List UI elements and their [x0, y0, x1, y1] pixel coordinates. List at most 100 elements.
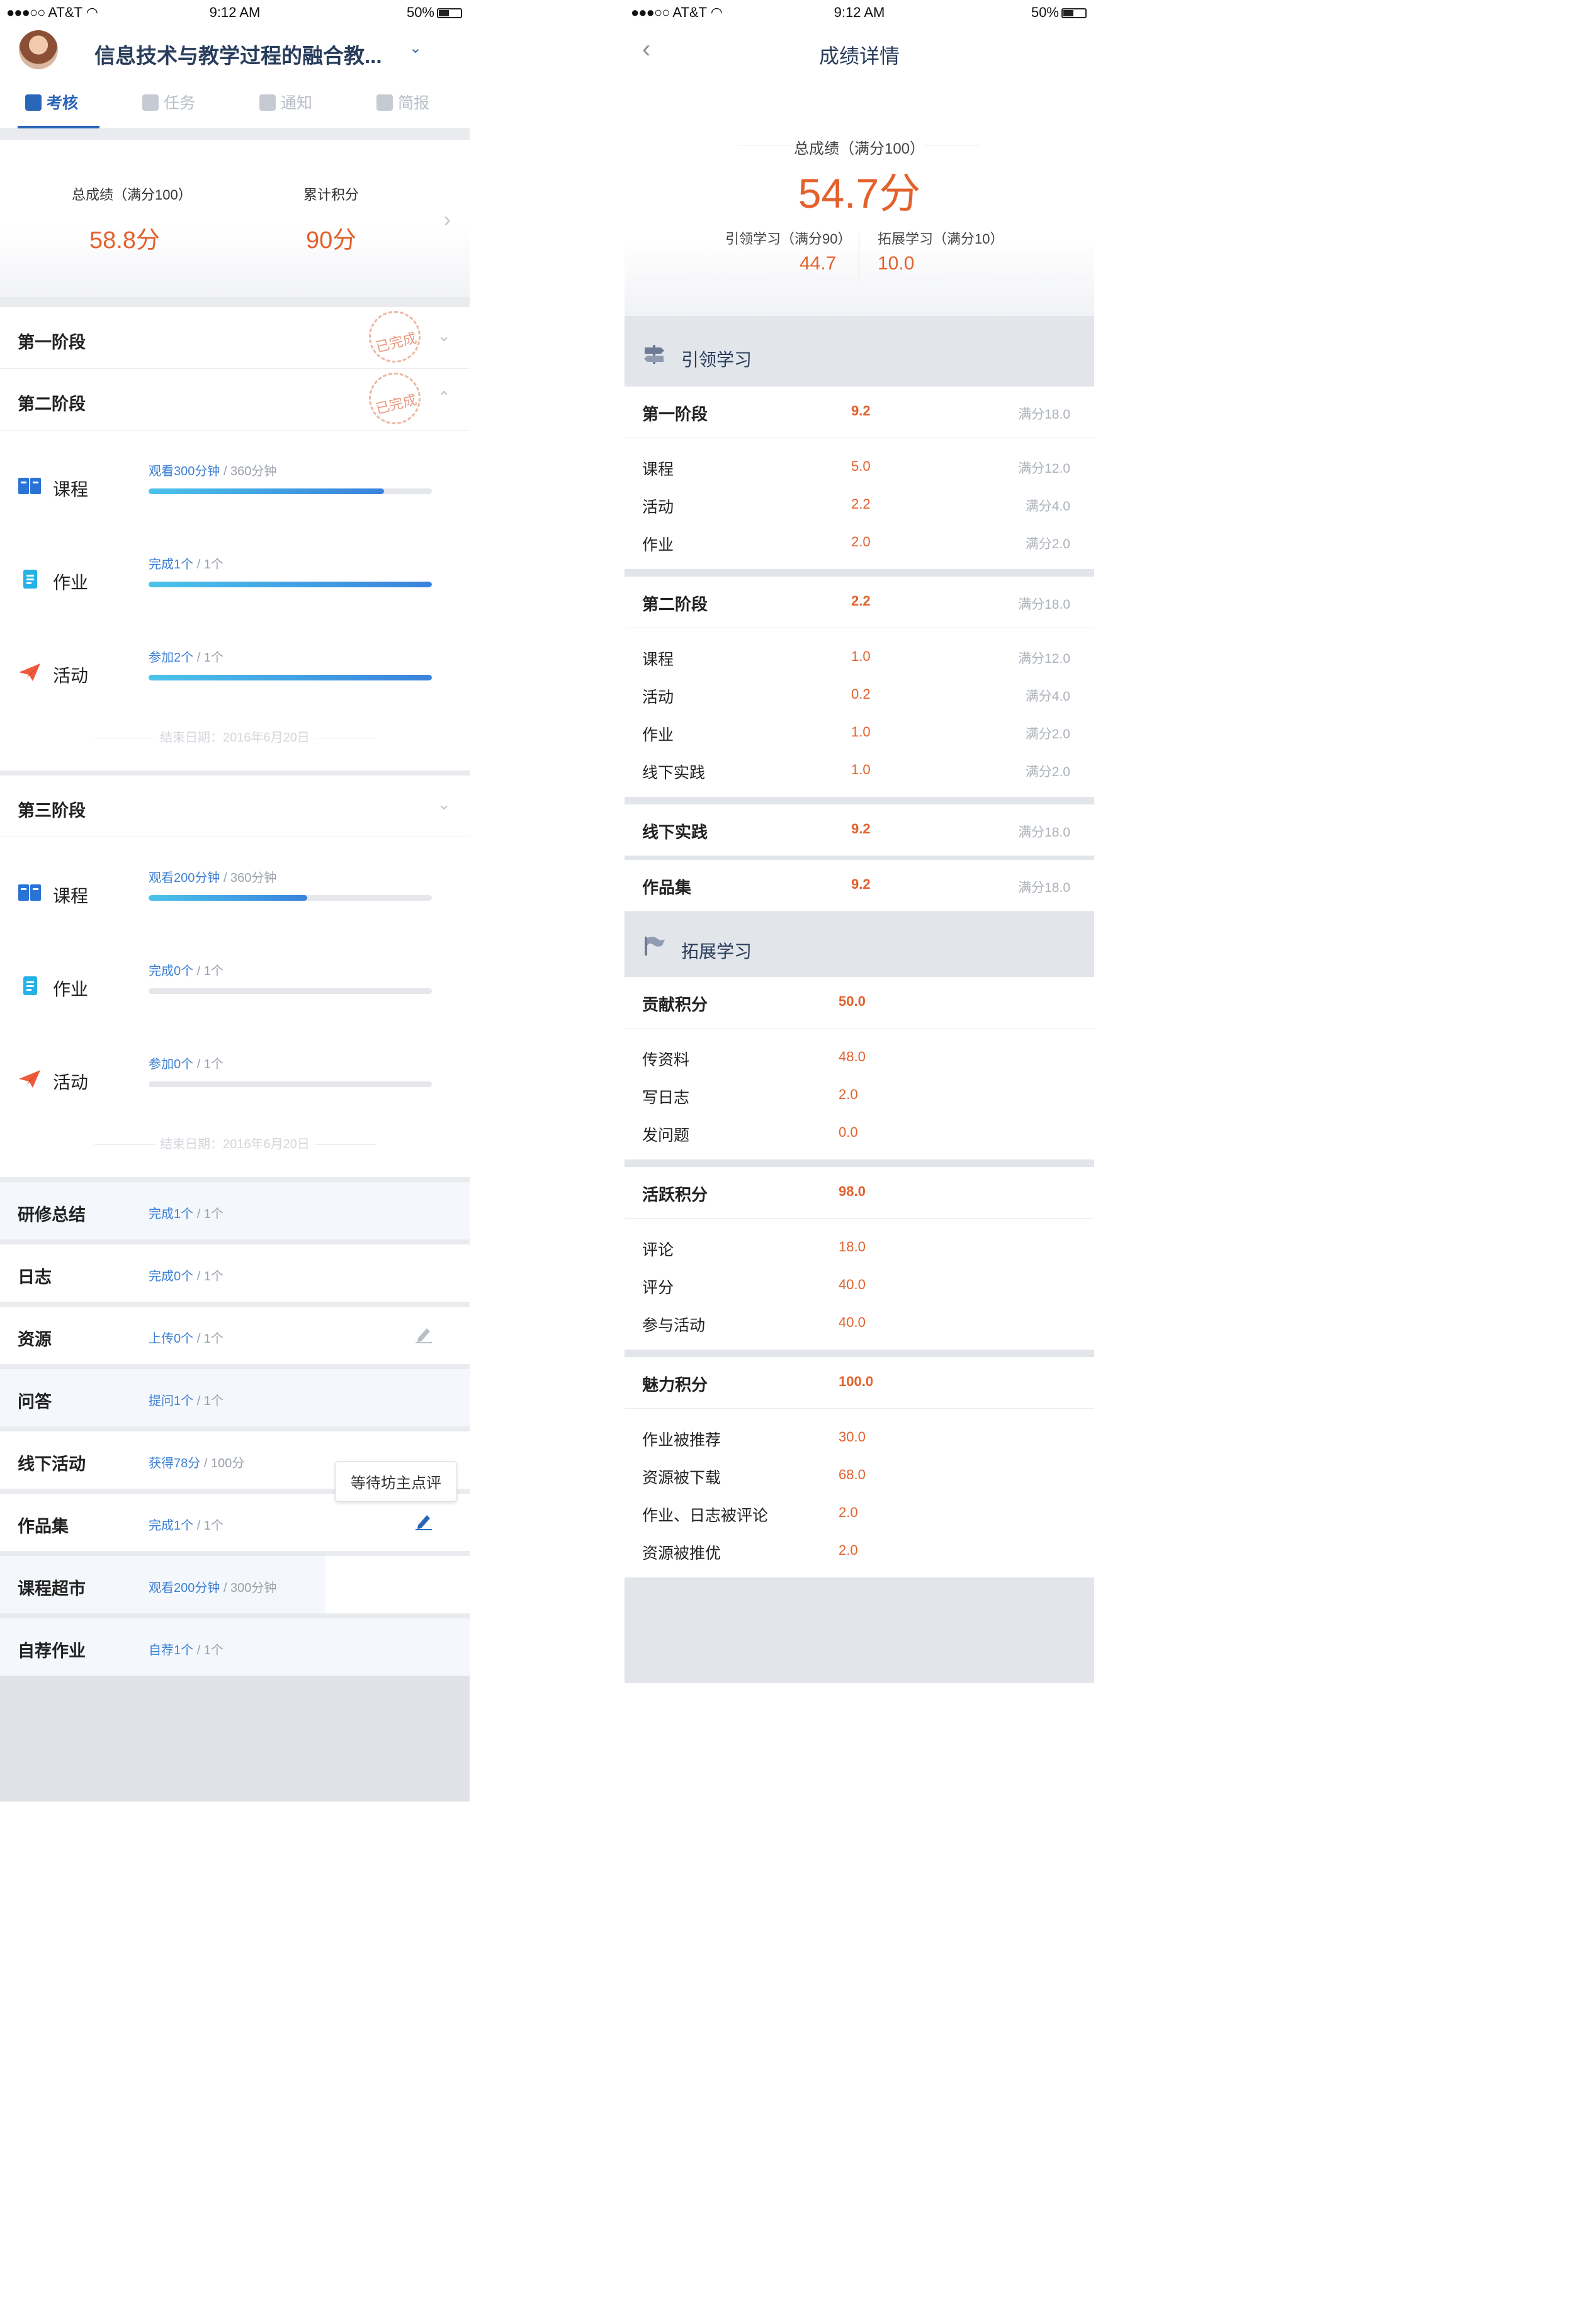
- row-status: 上传0个 / 1个: [149, 1332, 223, 1346]
- clipboard-icon: [23, 976, 37, 995]
- completed-stamp: 已完成: [363, 367, 426, 430]
- review-tooltip: 等待坊主点评: [335, 1461, 457, 1502]
- tab-briefing[interactable]: 简报: [376, 91, 429, 113]
- activity-score[interactable]: 活跃积分 98.0: [625, 1167, 1094, 1219]
- score-item: 作业 2.0 满分2.0: [642, 534, 1070, 554]
- divider: [625, 1159, 1094, 1167]
- tab-assessment[interactable]: 考核: [25, 91, 78, 113]
- stage-2-score[interactable]: 第二阶段 2.2 满分18.0: [625, 577, 1094, 628]
- divider: [0, 297, 470, 307]
- progress-bar: [149, 988, 432, 994]
- score-item: 课程 5.0 满分12.0: [642, 458, 1070, 478]
- row-portfolio[interactable]: 作品集 完成1个 / 1个 等待坊主点评: [0, 1461, 470, 1551]
- battery-icon: [1061, 8, 1087, 18]
- divider: [0, 128, 470, 140]
- flag-icon: [645, 937, 665, 956]
- progress-text: 完成1个 / 1个: [149, 558, 223, 572]
- ext-score-value: 10.0: [878, 253, 915, 274]
- total-score-value: 58.8分: [89, 227, 160, 254]
- pencil-icon[interactable]: [414, 1324, 433, 1343]
- row-title: 问答: [18, 1392, 52, 1411]
- score-summary[interactable]: 总成绩（满分100） 58.8分 累计积分 90分 ›: [0, 140, 470, 297]
- section-extended-learning: 拓展学习: [625, 911, 1094, 977]
- clock: 9:12 AM: [834, 4, 885, 20]
- progress-label: 课程: [53, 480, 89, 499]
- score-item: 作业被推荐 30.0: [642, 1429, 866, 1449]
- lead-score-label: 引领学习（满分90）: [725, 231, 852, 247]
- progress-bar: [149, 1081, 432, 1087]
- row-course-market[interactable]: 课程超市 观看200分钟 / 300分钟: [0, 1551, 470, 1613]
- progress-activity[interactable]: 活动 参加2个 / 1个: [0, 622, 470, 715]
- row-title: 自荐作业: [18, 1642, 86, 1661]
- stage-2-items: 课程 1.0 满分12.0 活动 0.2 满分4.0 作业 1.0 满分2.0 线下实践 1.…: [625, 628, 1094, 797]
- progress-course[interactable]: 课程 观看200分钟 / 360分钟: [0, 842, 470, 935]
- progress-text: 参加2个 / 1个: [149, 651, 223, 665]
- chevron-down-icon[interactable]: ⌄: [437, 326, 451, 346]
- paper-plane-icon: [19, 663, 40, 681]
- avatar[interactable]: [19, 30, 58, 69]
- row-summary[interactable]: 研修总结 完成1个 / 1个: [0, 1177, 470, 1239]
- score-item: 参与活动 40.0: [642, 1314, 866, 1334]
- stage-1-score[interactable]: 第一阶段 9.2 满分18.0: [625, 386, 1094, 438]
- stage-3-header[interactable]: 第三阶段 ⌄: [0, 776, 470, 837]
- row-qa[interactable]: 问答 提问1个 / 1个: [0, 1364, 470, 1426]
- offline-practice-score[interactable]: 线下实践 9.2 满分18.0: [625, 804, 1094, 856]
- divider: [625, 797, 1094, 804]
- score-item: 传资料 48.0: [642, 1049, 866, 1069]
- status-bar: ●●●○○ AT&T ◠ 9:12 AM 50%: [625, 0, 1094, 26]
- course-title[interactable]: 信息技术与教学过程的融合教...: [94, 39, 382, 69]
- tab-tasks[interactable]: 任务: [142, 91, 195, 113]
- assessment-screen: ●●●○○ AT&T ◠ 9:12 AM 50% 信息技术与教学过程的融合教..…: [0, 0, 470, 1852]
- row-status: 完成0个 / 1个: [149, 1270, 223, 1283]
- bookmark-icon: [376, 94, 393, 111]
- battery-icon: [437, 8, 462, 18]
- score-item: 作业、日志被评论 2.0: [642, 1504, 858, 1525]
- progress-homework[interactable]: 作业 完成1个 / 1个: [0, 529, 470, 622]
- chevron-down-icon[interactable]: ⌄: [437, 794, 451, 814]
- contribution-items: 传资料 48.0 写日志 2.0 发问题 0.0: [625, 1029, 1094, 1159]
- points-value: 90分: [306, 227, 357, 254]
- stage-1-header[interactable]: 第一阶段 已完成 ⌄: [0, 305, 470, 369]
- score-item: 评分 40.0: [642, 1277, 866, 1297]
- row-status: 获得78分 / 100分: [149, 1457, 245, 1470]
- portfolio-score[interactable]: 作品集 9.2 满分18.0: [625, 860, 1094, 911]
- ext-score-label: 拓展学习（满分10）: [878, 231, 1004, 247]
- total-score-label: 总成绩（满分100）: [625, 136, 1094, 158]
- row-resources[interactable]: 资源 上传0个 / 1个: [0, 1302, 470, 1364]
- progress-text: 完成0个 / 1个: [149, 964, 223, 978]
- charm-score[interactable]: 魅力积分 100.0: [625, 1357, 1094, 1409]
- progress-activity[interactable]: 活动 参加0个 / 1个: [0, 1029, 470, 1122]
- divider: [625, 569, 1094, 577]
- completed-stamp: 已完成: [363, 305, 426, 368]
- row-title: 课程超市: [18, 1579, 86, 1598]
- progress-homework[interactable]: 作业 完成0个 / 1个: [0, 935, 470, 1029]
- row-recommended-homework[interactable]: 自荐作业 自荐1个 / 1个: [0, 1613, 470, 1676]
- progress-text: 参加0个 / 1个: [149, 1058, 223, 1071]
- stage-2-header[interactable]: 第二阶段 已完成 ⌃: [0, 367, 470, 431]
- progress-label: 活动: [53, 1073, 89, 1092]
- page-title: 成绩详情: [818, 45, 900, 67]
- progress-label: 作业: [53, 573, 89, 592]
- row-journal[interactable]: 日志 完成0个 / 1个: [0, 1239, 470, 1302]
- score-summary: 总成绩（满分100） 54.7分 引领学习（满分90） 44.7 拓展学习（满分…: [625, 77, 1094, 316]
- book-icon: [18, 884, 41, 901]
- footer-space: [625, 1577, 1094, 1683]
- progress-bar: [149, 488, 432, 494]
- progress-course[interactable]: 课程 观看300分钟 / 360分钟: [0, 436, 470, 529]
- chevron-up-icon[interactable]: ⌃: [437, 388, 451, 407]
- battery-percent: 50%: [1031, 4, 1059, 20]
- row-title: 日志: [18, 1268, 52, 1287]
- chevron-down-icon[interactable]: ⌄: [409, 39, 422, 57]
- tab-label: 简报: [398, 94, 430, 112]
- chevron-right-icon[interactable]: ›: [444, 208, 451, 232]
- total-score-value: 54.7分: [798, 170, 921, 217]
- contribution-score[interactable]: 贡献积分 50.0: [625, 977, 1094, 1029]
- row-status: 自荐1个 / 1个: [149, 1644, 223, 1657]
- course-header[interactable]: 信息技术与教学过程的融合教... ⌄: [0, 26, 470, 77]
- tab-notices[interactable]: 通知: [259, 91, 312, 113]
- edit-icon: [25, 94, 42, 111]
- pencil-icon[interactable]: [414, 1511, 433, 1530]
- book-icon: [18, 478, 41, 494]
- score-item: 作业 1.0 满分2.0: [642, 724, 1070, 744]
- divider: [625, 1350, 1094, 1357]
